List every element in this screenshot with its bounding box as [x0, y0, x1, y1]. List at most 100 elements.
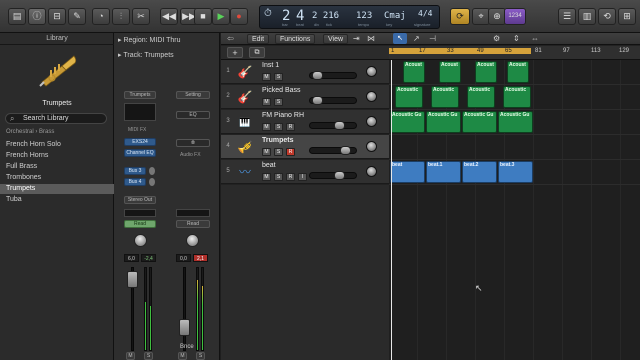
- strip2-volume-value[interactable]: 0,0: [176, 254, 191, 262]
- library-item[interactable]: French Horn Solo: [0, 140, 114, 150]
- midi-region[interactable]: Acoustic Gu: [390, 111, 425, 133]
- volume-slider[interactable]: [309, 121, 357, 130]
- library-item[interactable]: Tuba: [0, 195, 114, 205]
- strip1-volume-value[interactable]: 6,0: [124, 254, 139, 262]
- mute-button[interactable]: M: [262, 173, 271, 181]
- volume-slider-handle[interactable]: [312, 71, 323, 80]
- audio-region[interactable]: beat.1: [426, 161, 461, 183]
- lcd-display[interactable]: ⏱ 2 4 2 216 123 Cmaj 4/4 bar beat div ti…: [259, 5, 440, 29]
- play-button[interactable]: ▶: [212, 8, 230, 25]
- audio-region[interactable]: beat.2: [462, 161, 497, 183]
- library-item[interactable]: Trombones: [0, 173, 114, 183]
- track-row[interactable]: 5 〰 beat M S R I: [221, 160, 389, 184]
- pan-knob[interactable]: [366, 141, 377, 152]
- strip1-name-button[interactable]: Trumpets: [124, 91, 156, 99]
- browser-icon[interactable]: ⊞: [618, 8, 636, 25]
- strip1-send-bus3[interactable]: Bus 3: [124, 167, 146, 175]
- editors-icon[interactable]: ✂: [132, 8, 150, 25]
- solo-button[interactable]: S: [274, 123, 283, 131]
- audio-region[interactable]: beat.3: [498, 161, 533, 183]
- view-menu[interactable]: View: [323, 34, 349, 44]
- mute-button[interactable]: M: [262, 148, 271, 156]
- strip1-mute-button[interactable]: M: [126, 352, 135, 360]
- count-in-button[interactable]: 1234: [504, 8, 526, 25]
- toolbar-toggle-icon[interactable]: ⊟: [48, 8, 66, 25]
- library-item[interactable]: French Horns: [0, 151, 114, 161]
- link-icon[interactable]: ⋈: [367, 34, 375, 43]
- record-enable-button[interactable]: R: [286, 173, 295, 181]
- inspector-toggle-icon[interactable]: ⓘ: [28, 8, 46, 25]
- track-inspector-header[interactable]: ▸ Track: Trumpets: [118, 50, 174, 61]
- pan-knob[interactable]: [366, 91, 377, 102]
- add-track-button[interactable]: +: [227, 47, 243, 58]
- strip1-eq-display[interactable]: [124, 103, 156, 121]
- library-item-selected[interactable]: Trumpets: [0, 184, 114, 194]
- audio-region[interactable]: beat: [390, 161, 425, 183]
- track-name[interactable]: FM Piano RH: [262, 112, 304, 119]
- timeline-ruler[interactable]: 1 17 33 49 65 81 97 113 129: [389, 46, 640, 60]
- volume-slider[interactable]: [309, 171, 357, 180]
- pan-knob[interactable]: [366, 116, 377, 127]
- pan-knob[interactable]: [366, 66, 377, 77]
- solo-button[interactable]: S: [274, 73, 283, 81]
- strip2-automation-read[interactable]: Read: [176, 220, 210, 228]
- send-knob-icon[interactable]: [149, 178, 155, 186]
- strip2-pan-knob[interactable]: [186, 234, 199, 247]
- track-row[interactable]: 1 🎸 Inst 1 M S: [221, 60, 389, 84]
- mute-button[interactable]: M: [262, 123, 271, 131]
- track-name[interactable]: Picked Bass: [262, 87, 301, 94]
- strip1-plugin-channel-eq[interactable]: Channel EQ: [124, 149, 156, 157]
- mixer-icon[interactable]: ⫶: [112, 8, 130, 25]
- strip2-solo-button[interactable]: S: [196, 352, 205, 360]
- zoom-horizontal-icon[interactable]: ⇔: [531, 34, 539, 43]
- track-row-selected[interactable]: 4 🎺 Trumpets M S R: [221, 135, 389, 159]
- track-name[interactable]: Inst 1: [262, 62, 279, 69]
- arrange-lanes[interactable]: Acoust Acoust Acoust Acoust Acoustic Aco…: [389, 60, 640, 360]
- region-inspector-header[interactable]: ▸ Region: MIDI Thru: [118, 35, 181, 46]
- strip2-fader-track[interactable]: [183, 267, 186, 351]
- strip2-group-slot[interactable]: [176, 209, 210, 217]
- strip2-link-icon[interactable]: ⦾: [176, 139, 210, 147]
- volume-slider[interactable]: [309, 146, 357, 155]
- track-row[interactable]: 2 🎸 Picked Bass M S: [221, 85, 389, 109]
- midi-region[interactable]: Acoust: [507, 61, 529, 83]
- mute-button[interactable]: M: [262, 98, 271, 106]
- solo-button[interactable]: S: [274, 148, 283, 156]
- input-monitor-button[interactable]: I: [298, 173, 307, 181]
- strip1-pan-knob[interactable]: [134, 234, 147, 247]
- volume-slider-handle[interactable]: [334, 171, 345, 180]
- midi-region[interactable]: Acoustic Gu: [462, 111, 497, 133]
- stop-button[interactable]: ■: [194, 8, 212, 25]
- midi-region[interactable]: Acoustic: [431, 86, 459, 108]
- rewind-button[interactable]: ◀◀: [160, 8, 178, 25]
- list-editors-icon[interactable]: ☰: [558, 8, 576, 25]
- catch-icon[interactable]: ⇥: [353, 34, 360, 43]
- edit-menu[interactable]: Edit: [247, 34, 270, 44]
- midi-region[interactable]: Acoustic Gu: [498, 111, 533, 133]
- volume-slider[interactable]: [309, 71, 357, 80]
- record-enable-button[interactable]: R: [286, 148, 295, 156]
- volume-slider-handle[interactable]: [334, 121, 345, 130]
- track-name[interactable]: Trumpets: [262, 137, 294, 144]
- send-knob-icon[interactable]: [149, 167, 155, 175]
- strip2-setting-button[interactable]: Setting: [176, 91, 210, 99]
- strip1-automation-read[interactable]: Read: [124, 220, 156, 228]
- midi-region[interactable]: Acoustic: [467, 86, 495, 108]
- pan-knob[interactable]: [366, 166, 377, 177]
- smart-controls-icon[interactable]: ◔: [92, 8, 110, 25]
- snap-icon[interactable]: ⊣: [429, 34, 436, 43]
- strip2-fader-handle[interactable]: [179, 319, 190, 336]
- midi-region[interactable]: Acoustic Gu: [426, 111, 461, 133]
- library-search-input[interactable]: ⌕ Search Library: [5, 113, 107, 124]
- midi-region[interactable]: Acoust: [439, 61, 461, 83]
- record-enable-button[interactable]: R: [286, 123, 295, 131]
- tool-menu-pointer-icon[interactable]: ↖: [393, 33, 407, 44]
- empty-track-list[interactable]: [221, 185, 389, 360]
- strip1-send-bus4[interactable]: Bus 4: [124, 178, 146, 186]
- library-item[interactable]: Full Brass: [0, 162, 114, 172]
- strip2-mute-button[interactable]: M: [178, 352, 187, 360]
- back-icon[interactable]: ⇦: [227, 34, 234, 43]
- playhead[interactable]: [391, 60, 392, 360]
- track-row[interactable]: 3 🎹 FM Piano RH M S R: [221, 110, 389, 134]
- gear-icon[interactable]: ⚙: [493, 34, 500, 43]
